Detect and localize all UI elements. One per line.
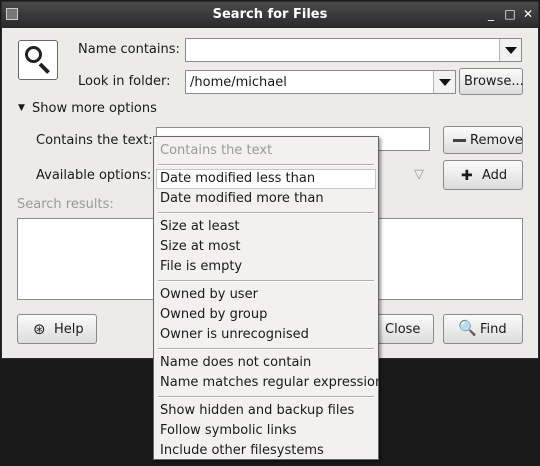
available-options-menu[interactable]: Contains the text Date modified less than… — [153, 136, 383, 460]
menu-separator — [158, 164, 374, 166]
plus-icon: ✚ — [461, 168, 473, 184]
help-button[interactable]: ⊛ Help — [17, 314, 97, 344]
close-label: Close — [385, 322, 421, 337]
menu-item[interactable]: Name matches regular expression — [160, 375, 383, 390]
name-history-dropdown[interactable] — [499, 39, 521, 61]
menu-item: Contains the text — [160, 143, 273, 158]
window-title: Search for Files — [212, 7, 328, 22]
expander-arrow-icon[interactable]: ▼ — [18, 103, 25, 113]
chevron-down-icon — [439, 79, 451, 86]
menu-item[interactable]: Date modified more than — [160, 191, 324, 206]
magnifier-handle — [38, 62, 50, 74]
remove-button[interactable]: Remove — [443, 126, 523, 154]
maximize-icon[interactable]: □ — [503, 7, 517, 21]
menu-item[interactable]: Include other filesystems — [160, 443, 324, 458]
menu-separator — [158, 212, 374, 214]
add-label: Add — [482, 168, 508, 183]
show-more-options-toggle[interactable]: Show more options — [32, 101, 157, 116]
folder-dropdown[interactable] — [433, 71, 455, 93]
name-contains-label: Name contains: — [78, 42, 180, 57]
find-button[interactable]: 🔍 Find — [443, 314, 523, 344]
find-icon: 🔍 — [458, 319, 477, 337]
folder-path: /home/michael — [190, 75, 287, 90]
menu-item[interactable]: Size at most — [160, 239, 241, 254]
contains-text-label: Contains the text: — [36, 133, 153, 148]
menu-item[interactable]: File is empty — [160, 259, 242, 274]
search-results-label: Search results: — [17, 197, 114, 212]
help-label: Help — [54, 322, 84, 337]
magnifier-lens — [25, 46, 42, 63]
menu-separator — [158, 280, 374, 282]
menu-item[interactable]: Size at least — [160, 219, 239, 234]
minimize-icon[interactable]: _ — [484, 7, 498, 21]
folder-combo[interactable]: /home/michael — [185, 70, 456, 94]
search-icon — [18, 40, 58, 80]
menu-item[interactable]: Owned by user — [160, 287, 258, 302]
title-bar[interactable]: Search for Files _ □ ✕ — [2, 2, 538, 28]
menu-item[interactable]: Owned by group — [160, 307, 267, 322]
browse-button[interactable]: Browse... — [459, 68, 524, 95]
menu-item[interactable]: Follow symbolic links — [160, 423, 297, 438]
browse-label: Browse... — [464, 74, 524, 89]
available-options-label: Available options: — [36, 168, 152, 183]
chevron-down-icon — [505, 47, 517, 54]
close-icon[interactable]: ✕ — [521, 7, 535, 21]
remove-label: Remove — [470, 133, 523, 148]
menu-item[interactable]: Owner is unrecognised — [160, 327, 309, 342]
name-contains-input[interactable] — [185, 38, 522, 62]
look-in-folder-label: Look in folder: — [78, 74, 171, 89]
find-label: Find — [480, 322, 507, 337]
add-button[interactable]: ✚ Add — [443, 160, 523, 190]
menu-separator — [158, 396, 374, 398]
menu-item[interactable]: Date modified less than — [160, 171, 315, 186]
menu-item[interactable]: Show hidden and backup files — [160, 403, 354, 418]
menu-separator — [158, 348, 374, 350]
help-icon: ⊛ — [33, 320, 46, 338]
available-options-dropdown-icon[interactable]: ▽ — [414, 167, 424, 182]
menu-item[interactable]: Name does not contain — [160, 355, 311, 370]
minus-icon — [453, 139, 466, 142]
